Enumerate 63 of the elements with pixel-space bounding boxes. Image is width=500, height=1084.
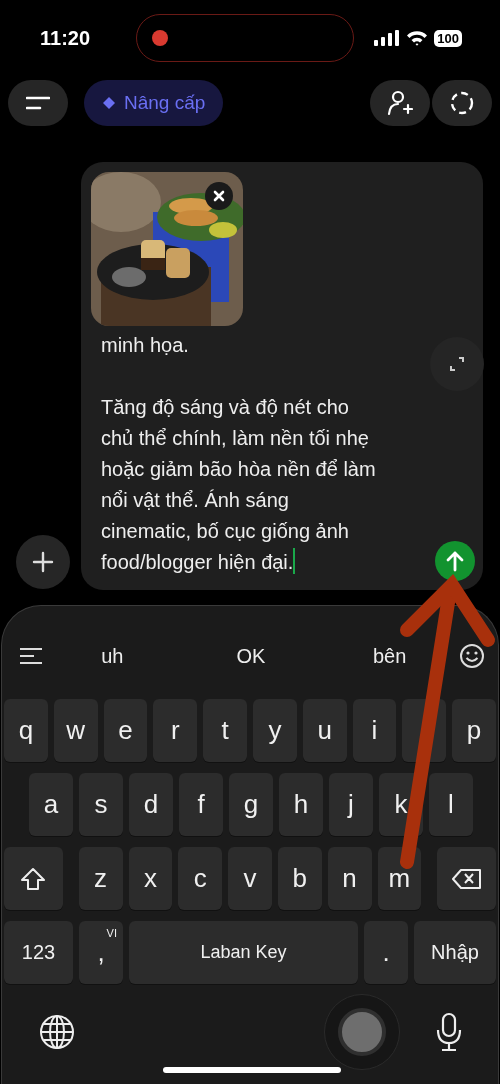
keyboard-menu-button[interactable] xyxy=(19,647,43,665)
dashed-circle-icon xyxy=(449,90,475,116)
arrow-up-icon xyxy=(445,550,465,572)
message-composer[interactable]: minh họa. Tăng độ sáng và độ nét cho chủ thể chính, làm nền tối nhẹ hoặc giảm bão hòa nền để làm nổi vật thể. Ánh sáng cinematic, bố cục giống ảnh food/blogger hiện đại. xyxy=(81,162,483,590)
letter-key[interactable]: v xyxy=(228,847,272,910)
menu-icon xyxy=(26,96,50,110)
letter-key[interactable]: s xyxy=(79,773,123,836)
status-time: 11:20 xyxy=(40,26,92,50)
send-button[interactable] xyxy=(435,541,475,581)
add-person-button[interactable] xyxy=(370,80,430,126)
wifi-icon xyxy=(406,30,429,46)
letter-key[interactable]: b xyxy=(277,847,322,910)
upgrade-button[interactable]: Nâng cấp xyxy=(84,80,224,126)
emoji-button[interactable] xyxy=(459,643,485,669)
letter-key[interactable]: g xyxy=(229,773,273,836)
letter-key[interactable]: q xyxy=(4,699,48,762)
menu-button[interactable] xyxy=(8,80,68,126)
letter-key[interactable]: e xyxy=(103,699,148,762)
shift-icon xyxy=(20,866,47,891)
add-person-icon xyxy=(387,90,413,116)
letter-key[interactable]: z xyxy=(78,847,123,910)
suggestion-word[interactable]: bên xyxy=(320,644,459,668)
enter-key[interactable]: Nhập xyxy=(414,921,496,984)
letter-key[interactable]: c xyxy=(178,847,223,910)
letter-key[interactable]: j xyxy=(329,773,373,836)
letter-key[interactable]: t xyxy=(203,699,247,762)
backspace-icon xyxy=(451,867,482,890)
letter-key[interactable]: d xyxy=(129,773,173,836)
suggestion-word[interactable]: OK xyxy=(181,644,321,668)
plus-icon xyxy=(32,551,54,573)
backspace-key[interactable] xyxy=(437,847,496,910)
space-key[interactable]: Laban Key xyxy=(129,921,358,984)
recording-dot-icon xyxy=(152,30,168,46)
smiley-icon xyxy=(459,643,485,669)
letter-key[interactable]: n xyxy=(327,847,372,910)
close-icon xyxy=(213,190,225,202)
shift-key[interactable] xyxy=(4,847,63,910)
signal-icon xyxy=(374,30,401,46)
microphone-icon[interactable] xyxy=(436,1012,462,1052)
prompt-input[interactable]: minh họa. Tăng độ sáng và độ nét cho chủ thể chính, làm nền tối nhẹ hoặc giảm bão hòa nền để làm nổi vật thể. Ánh sáng cinematic, bố cục giống ảnh food/blogger hiện đại. xyxy=(101,330,431,578)
text-cursor xyxy=(293,548,296,574)
letter-key[interactable]: p xyxy=(452,699,496,762)
letter-key[interactable]: f xyxy=(179,773,223,836)
period-key[interactable]: . xyxy=(364,921,408,984)
letter-key[interactable]: x xyxy=(128,847,173,910)
diamond-icon xyxy=(102,96,116,110)
letter-key[interactable]: u xyxy=(302,699,347,762)
suggestion-word[interactable]: uh xyxy=(43,644,182,668)
letter-key[interactable]: y xyxy=(253,699,297,762)
battery-level: 100 xyxy=(434,29,462,47)
globe-icon[interactable] xyxy=(38,1013,76,1051)
letter-key[interactable]: l xyxy=(429,773,473,836)
letter-key[interactable]: i xyxy=(352,699,397,762)
add-button[interactable] xyxy=(16,535,70,589)
numbers-key[interactable]: 123 xyxy=(4,921,73,984)
expand-icon xyxy=(448,355,466,373)
letter-key[interactable]: r xyxy=(153,699,198,762)
letter-key[interactable]: w xyxy=(53,699,98,762)
letter-key[interactable]: h xyxy=(279,773,323,836)
temporary-chat-button[interactable] xyxy=(432,80,492,126)
letter-key[interactable]: a xyxy=(29,773,73,836)
menu-icon xyxy=(19,647,43,665)
comma-key[interactable]: VI , xyxy=(79,921,123,984)
